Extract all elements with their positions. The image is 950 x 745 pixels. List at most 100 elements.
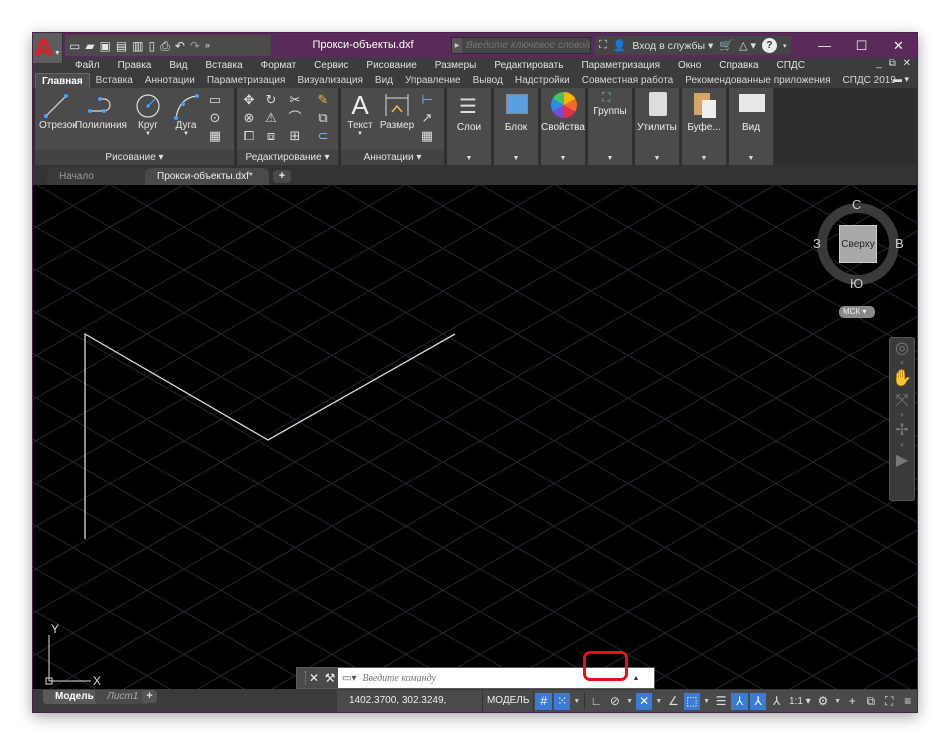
recent-commands-icon[interactable]: ▭▾ <box>342 673 356 684</box>
isometric-drafting-icon[interactable]: ✕ <box>635 692 653 710</box>
dimension-tool[interactable]: Размер <box>379 90 415 131</box>
menu-help[interactable]: Справка <box>719 60 758 71</box>
grid-icon[interactable]: # <box>535 692 552 710</box>
tab-parametric[interactable]: Параметризация <box>201 73 292 88</box>
command-input-wrapper[interactable]: ▭▾ ▲ <box>338 668 654 688</box>
polyline-tool[interactable]: Полилиния <box>75 92 127 131</box>
object-snap-tracking-icon[interactable]: ∠ <box>665 693 682 710</box>
trim-icon[interactable]: ✂ <box>287 92 303 108</box>
command-history-icon[interactable]: ▲ <box>632 675 639 682</box>
new-tab-button[interactable]: + <box>273 170 291 183</box>
ucs-menu[interactable]: МСК ▾ <box>839 306 875 318</box>
table-icon[interactable]: ▦ <box>419 128 435 144</box>
command-input[interactable] <box>362 672 633 684</box>
chevron-down-icon[interactable]: ▼ <box>890 360 914 368</box>
ellipse-icon[interactable]: ⊙ <box>207 110 223 126</box>
clean-screen-icon[interactable]: ⛶ <box>881 693 898 710</box>
copy-icon[interactable]: ⊗ <box>241 110 257 126</box>
zoom-extents-icon[interactable]: ⤧ <box>890 390 914 412</box>
minimize-button[interactable]: — <box>806 33 843 58</box>
ortho-icon[interactable]: ∟ <box>588 693 605 710</box>
a360-icon[interactable]: △ ▾ <box>739 39 756 52</box>
workspace-dropdown-icon[interactable]: ▼ <box>833 693 842 710</box>
scale-icon[interactable]: ⧈ <box>263 128 279 144</box>
tab-manage[interactable]: Управление <box>399 73 467 88</box>
tab-view[interactable]: Вид <box>369 73 399 88</box>
close-icon[interactable]: ✕ <box>306 668 322 688</box>
search-input[interactable] <box>462 40 590 51</box>
sign-in-button[interactable]: Вход в службы ▾ <box>632 40 713 52</box>
drawing-canvas[interactable]: С В З Ю Сверху МСК ▾ ◎ ▼ ✋ ⤧ ▼ ✢ ▼ ▶ Y X <box>33 185 917 689</box>
linear-dim-icon[interactable]: ⊢ <box>419 92 435 108</box>
tab-home[interactable]: Главная <box>35 73 90 88</box>
polar-tracking-icon[interactable]: ⊘ <box>607 693 624 710</box>
add-layout-button[interactable]: + <box>142 690 157 703</box>
panel-view[interactable]: Вид ▼ <box>729 88 774 165</box>
menu-format[interactable]: Формат <box>261 60 297 71</box>
chevron-down-icon[interactable]: ▼ <box>494 155 538 162</box>
line-tool[interactable]: Отрезок <box>39 92 77 131</box>
more-icon[interactable]: » <box>205 41 210 50</box>
redo-icon[interactable]: ↷ <box>190 40 200 52</box>
showmotion-icon[interactable]: ▶ <box>890 450 914 472</box>
orbit-icon[interactable]: ✢ <box>890 420 914 442</box>
menu-file[interactable]: Файл <box>75 60 100 71</box>
tab-featured-apps[interactable]: Рекомендованные приложения <box>679 73 836 88</box>
open-web-icon[interactable]: ▥ <box>132 40 143 52</box>
chevron-down-icon[interactable]: ▼ <box>890 442 914 450</box>
arc-dropdown-icon[interactable]: ▼ <box>169 131 203 137</box>
menu-tools[interactable]: Сервис <box>314 60 348 71</box>
move-icon[interactable]: ✥ <box>241 92 257 108</box>
menu-dimension[interactable]: Размеры <box>435 60 477 71</box>
erase-icon[interactable]: ✎ <box>315 92 331 108</box>
tab-visualize[interactable]: Визуализация <box>291 73 368 88</box>
mdi-controls[interactable]: _ ⧉ ✕ <box>876 58 913 69</box>
panel-layers[interactable]: ☰ Слои ▼ <box>447 88 492 165</box>
model-space-toggle[interactable]: МОДЕЛЬ <box>483 690 535 712</box>
menu-modify[interactable]: Редактировать <box>494 60 563 71</box>
viewcube[interactable]: С В З Ю Сверху МСК ▾ <box>813 197 904 318</box>
customize-wrench-icon[interactable]: ⚒ <box>322 668 338 688</box>
save-as-icon[interactable]: ▤ <box>116 40 127 52</box>
lineweight-icon[interactable]: ☰ <box>713 693 730 710</box>
chevron-down-icon[interactable]: ▼ <box>635 155 679 162</box>
tab-collaborate[interactable]: Совместная работа <box>576 73 680 88</box>
panel-properties[interactable]: Свойства ▼ <box>541 88 586 165</box>
annotation-visibility-icon[interactable]: ⅄ <box>731 692 748 710</box>
annotation-scale-select[interactable]: 1:1 ▾ <box>787 693 813 710</box>
menu-parametric[interactable]: Параметризация <box>581 60 660 71</box>
tab-addins[interactable]: Надстройки <box>509 73 576 88</box>
compass-west[interactable]: З <box>813 236 821 251</box>
rectangle-icon[interactable]: ▭ <box>207 92 223 108</box>
mirror-icon[interactable]: ⚠ <box>263 110 279 126</box>
panel-groups[interactable]: ⛶ Группы ▼ <box>588 88 633 165</box>
save-web-icon[interactable]: ▯ <box>149 40 156 52</box>
chevron-down-icon[interactable]: ▼ <box>588 155 632 162</box>
array-icon[interactable]: ⊞ <box>287 128 303 144</box>
circle-tool[interactable]: Круг ▼ <box>131 92 165 137</box>
text-tool[interactable]: A Текст ▼ <box>345 90 375 137</box>
save-icon[interactable]: ▣ <box>100 40 111 52</box>
polar-dropdown-icon[interactable]: ▼ <box>625 693 634 710</box>
help-dropdown-icon[interactable]: ▾ <box>783 42 787 50</box>
auto-scale-icon[interactable]: ⅄ <box>749 692 767 710</box>
cart-icon[interactable]: 🛒 <box>719 39 733 52</box>
panel-block[interactable]: Блок ▼ <box>494 88 539 165</box>
menu-edit[interactable]: Правка <box>118 60 152 71</box>
offset-icon[interactable]: ⊂ <box>315 128 331 144</box>
osnap-dropdown-icon[interactable]: ▼ <box>702 693 711 710</box>
tab-annotate[interactable]: Аннотации <box>139 73 201 88</box>
explode-icon[interactable]: ⧉ <box>315 110 331 126</box>
annotation-monitor-icon[interactable]: + <box>844 693 861 710</box>
chevron-down-icon[interactable]: ▼ <box>447 155 491 162</box>
compass-south[interactable]: Ю <box>850 276 863 291</box>
isometric-dropdown-icon[interactable]: ▼ <box>654 693 663 710</box>
undo-icon[interactable]: ↶ <box>175 40 185 52</box>
coordinates-readout[interactable]: 1402.3700, 302.3249, 0.0000 <box>337 690 483 712</box>
panel-draw-title[interactable]: Рисование ▾ <box>35 150 234 165</box>
fillet-icon[interactable]: ⌒ <box>287 110 303 126</box>
object-snap-icon[interactable]: ⬚ <box>683 692 701 710</box>
arc-tool[interactable]: Дуга ▼ <box>169 92 203 137</box>
viewcube-face-top[interactable]: Сверху <box>839 225 877 263</box>
compass-north[interactable]: С <box>852 197 861 212</box>
